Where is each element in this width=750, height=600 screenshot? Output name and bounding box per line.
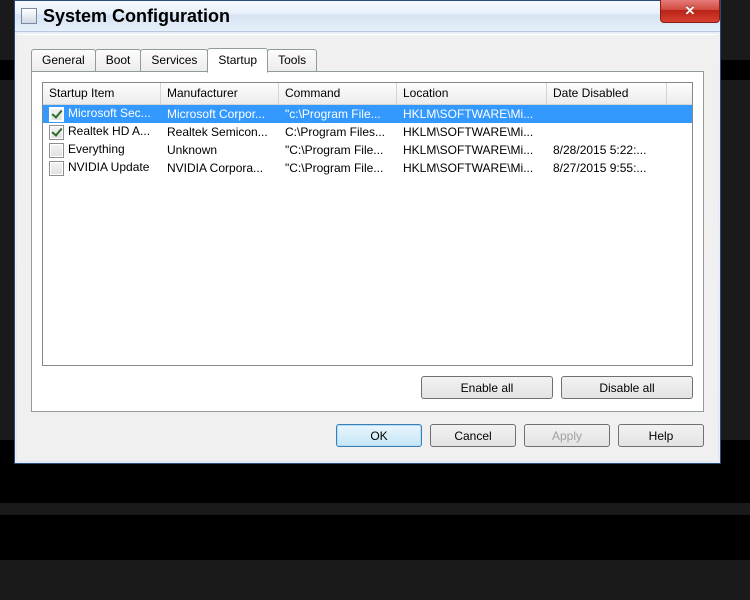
startup-listview[interactable]: Startup Item Manufacturer Command Locati… [42, 82, 693, 366]
close-button[interactable]: ✕ [660, 0, 720, 23]
tab-tools[interactable]: Tools [267, 49, 317, 72]
cell-text: NVIDIA Update [68, 160, 149, 174]
system-configuration-window: System Configuration ✕ General Boot Serv… [14, 0, 721, 464]
cell-text: Realtek HD A... [68, 124, 150, 138]
cell-command: "C:\Program File... [279, 161, 397, 175]
enable-all-button[interactable]: Enable all [421, 376, 553, 399]
row-checkbox[interactable] [49, 161, 64, 176]
col-location[interactable]: Location [397, 83, 547, 104]
table-row[interactable]: NVIDIA Update NVIDIA Corpora..."C:\Progra… [43, 159, 692, 177]
cell-location: HKLM\SOFTWARE\Mi... [397, 107, 547, 121]
row-checkbox[interactable] [49, 143, 64, 158]
cell-text: Microsoft Sec... [68, 106, 151, 120]
background-strip [0, 503, 750, 515]
tab-services[interactable]: Services [140, 49, 208, 72]
cell-text: Everything [68, 142, 125, 156]
listview-body: Microsoft Sec... Microsoft Corpor..."c:\P… [43, 105, 692, 177]
row-checkbox[interactable] [49, 125, 64, 140]
col-startup-item[interactable]: Startup Item [43, 83, 161, 104]
cell-manufacturer: Microsoft Corpor... [161, 107, 279, 121]
cell-startup-item: Everything [43, 142, 161, 157]
tab-page-startup: Startup Item Manufacturer Command Locati… [31, 71, 704, 412]
table-row[interactable]: Everything Unknown"C:\Program File...HKLM… [43, 141, 692, 159]
dialog-button-row: OK Cancel Apply Help [31, 424, 704, 447]
client-area: General Boot Services Startup Tools Star… [17, 34, 718, 461]
cell-location: HKLM\SOFTWARE\Mi... [397, 143, 547, 157]
app-icon [21, 8, 37, 24]
cell-manufacturer: NVIDIA Corpora... [161, 161, 279, 175]
tab-strip: General Boot Services Startup Tools [31, 47, 704, 72]
cancel-button[interactable]: Cancel [430, 424, 516, 447]
table-row[interactable]: Microsoft Sec... Microsoft Corpor..."c:\P… [43, 105, 692, 123]
cell-command: C:\Program Files... [279, 125, 397, 139]
cell-command: "c:\Program File... [279, 107, 397, 121]
window-title: System Configuration [43, 6, 230, 27]
col-date-disabled[interactable]: Date Disabled [547, 83, 667, 104]
cell-location: HKLM\SOFTWARE\Mi... [397, 161, 547, 175]
cell-date-disabled: 8/28/2015 5:22:... [547, 143, 667, 157]
col-manufacturer[interactable]: Manufacturer [161, 83, 279, 104]
apply-button[interactable]: Apply [524, 424, 610, 447]
row-checkbox[interactable] [49, 107, 64, 122]
col-command[interactable]: Command [279, 83, 397, 104]
tab-general[interactable]: General [31, 49, 96, 72]
titlebar[interactable]: System Configuration ✕ [15, 1, 720, 32]
col-filler [667, 83, 692, 104]
cell-date-disabled: 8/27/2015 9:55:... [547, 161, 667, 175]
cell-command: "C:\Program File... [279, 143, 397, 157]
disable-all-button[interactable]: Disable all [561, 376, 693, 399]
tab-startup[interactable]: Startup [207, 48, 268, 73]
background-strip [0, 560, 750, 600]
ok-button[interactable]: OK [336, 424, 422, 447]
close-icon: ✕ [685, 3, 696, 19]
cell-startup-item: Realtek HD A... [43, 124, 161, 139]
tab-button-row: Enable all Disable all [42, 376, 693, 399]
cell-location: HKLM\SOFTWARE\Mi... [397, 125, 547, 139]
cell-manufacturer: Realtek Semicon... [161, 125, 279, 139]
tab-boot[interactable]: Boot [95, 49, 142, 72]
help-button[interactable]: Help [618, 424, 704, 447]
cell-startup-item: Microsoft Sec... [43, 106, 161, 121]
cell-manufacturer: Unknown [161, 143, 279, 157]
cell-startup-item: NVIDIA Update [43, 160, 161, 175]
listview-header: Startup Item Manufacturer Command Locati… [43, 83, 692, 105]
table-row[interactable]: Realtek HD A... Realtek Semicon...C:\Prog… [43, 123, 692, 141]
